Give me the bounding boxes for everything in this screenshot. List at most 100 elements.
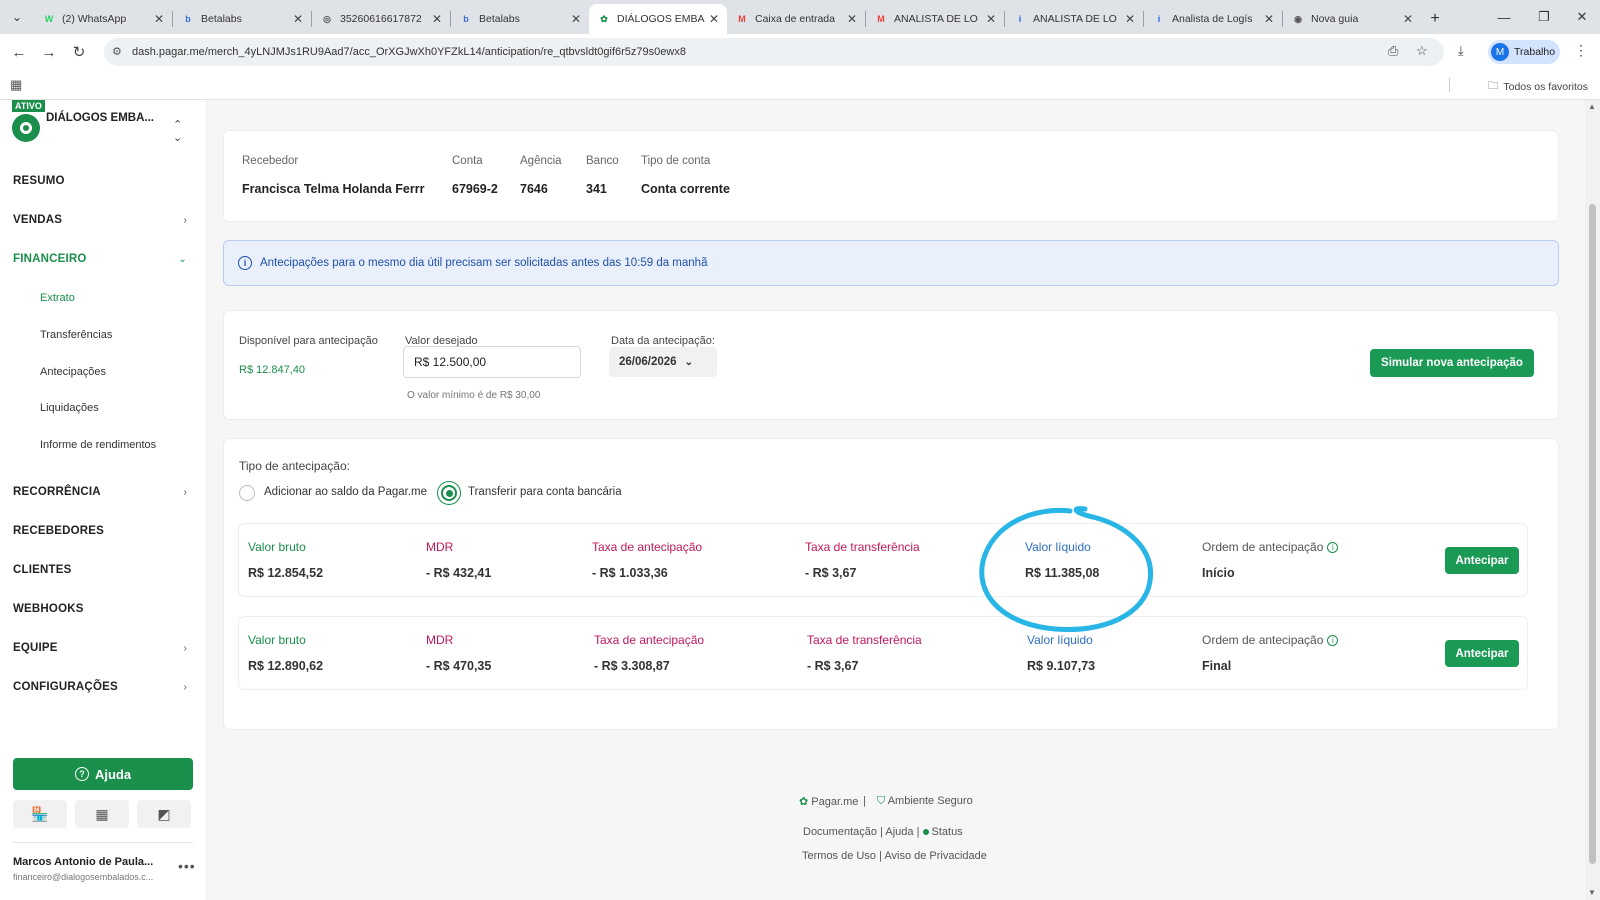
reload-icon[interactable]: ↻ — [64, 37, 94, 67]
browser-menu-icon[interactable]: ⋮ — [1574, 42, 1588, 59]
desired-value-input[interactable] — [403, 346, 581, 378]
info-icon[interactable]: i — [1327, 542, 1339, 554]
address-bar[interactable]: ⚙ dash.pagar.me/merch_4yLNJMJs1RU9Aad7/a… — [104, 38, 1444, 66]
tab-title: Caixa de entrada — [755, 13, 835, 25]
footer-link-status[interactable]: Status — [922, 826, 963, 838]
min-value-hint: O valor mínimo é de R$ 30,00 — [407, 390, 541, 401]
browser-tab[interactable]: ◎ 35260616617872 ✕ — [312, 4, 450, 34]
profile-button[interactable]: M Trabalho — [1488, 40, 1560, 64]
sidebar-subitem[interactable]: Extrato — [40, 292, 75, 304]
store-icon[interactable]: 🏪 — [13, 800, 67, 828]
browser-tab[interactable]: ✿ DIÁLOGOS EMBA ✕ — [589, 4, 727, 34]
scroll-down-icon[interactable]: ▼ — [1588, 888, 1596, 897]
browser-tab[interactable]: W (2) WhatsApp ✕ — [34, 4, 172, 34]
scroll-up-icon[interactable]: ▲ — [1588, 102, 1596, 111]
simulate-button[interactable]: Simular nova antecipação — [1370, 349, 1534, 377]
back-icon[interactable]: ← — [4, 37, 34, 67]
install-app-icon[interactable]: ⎙ — [1388, 43, 1398, 59]
radio-balance[interactable] — [239, 485, 255, 501]
tab-close-icon[interactable]: ✕ — [293, 12, 303, 26]
help-button[interactable]: ? Ajuda — [13, 758, 193, 790]
recipient-name: Francisca Telma Holanda Ferrr — [242, 182, 425, 196]
bookmarks-divider — [1449, 78, 1450, 92]
pagarme-logo-icon: ✿ — [799, 796, 809, 808]
tab-close-icon[interactable]: ✕ — [847, 12, 857, 26]
sidebar-item-label: CLIENTES — [13, 564, 72, 576]
sidebar-subitem[interactable]: Transferências — [40, 329, 112, 341]
apps-icon[interactable]: ▦ — [75, 800, 129, 828]
org-switch-icon[interactable]: ⌃ ⌄ — [173, 118, 182, 144]
sidebar-item-configurações[interactable]: CONFIGURAÇÕES › — [13, 681, 193, 693]
forward-icon[interactable]: → — [34, 37, 64, 67]
browser-tab[interactable]: M ANALISTA DE LO ✕ — [866, 4, 1004, 34]
browser-tab[interactable]: b Betalabs ✕ — [451, 4, 589, 34]
sidebar-item-recebedores[interactable]: RECEBEDORES — [13, 525, 193, 537]
account-number: 67969-2 — [452, 182, 498, 196]
date-select[interactable]: 26/06/2026 ⌄ — [609, 347, 717, 377]
tab-close-icon[interactable]: ✕ — [1264, 12, 1274, 26]
anticipate-button[interactable]: Antecipar — [1445, 640, 1519, 667]
radio-balance-label[interactable]: Adicionar ao saldo da Pagar.me — [264, 486, 427, 498]
browser-tab[interactable]: i ANALISTA DE LO ✕ — [1005, 4, 1143, 34]
anticipate-button[interactable]: Antecipar — [1445, 547, 1519, 574]
restore-icon[interactable]: ❐ — [1524, 0, 1564, 34]
help-icon: ? — [74, 767, 89, 781]
column-header: Taxa de antecipação — [594, 633, 704, 647]
radio-transfer-label[interactable]: Transferir para conta bancária — [468, 486, 622, 498]
footer-link-docs[interactable]: Documentação — [803, 826, 877, 838]
download-icon[interactable]: ⤓ — [1458, 43, 1464, 59]
status-dot-icon — [922, 829, 929, 836]
org-name[interactable]: DIÁLOGOS EMBA... — [46, 112, 154, 124]
sidebar-item-equipe[interactable]: EQUIPE › — [13, 642, 193, 654]
tab-close-icon[interactable]: ✕ — [986, 12, 996, 26]
tab-close-icon[interactable]: ✕ — [1403, 12, 1413, 26]
indeed-icon: i — [1018, 14, 1022, 24]
column-header: MDR — [426, 540, 453, 554]
site-info-icon[interactable]: ⚙ — [112, 45, 122, 58]
browser-tab[interactable]: i Analista de Logís ✕ — [1144, 4, 1282, 34]
sidebar-item-resumo[interactable]: RESUMO — [13, 175, 193, 187]
bank-header: Banco — [586, 155, 619, 167]
sidebar-subitem[interactable]: Informe de rendimentos — [40, 439, 156, 451]
footer-link-privacy[interactable]: Aviso de Privacidade — [884, 850, 987, 862]
row-value-ordem: Final — [1202, 659, 1232, 673]
tab-close-icon[interactable]: ✕ — [571, 12, 581, 26]
bookmark-star-icon[interactable]: ☆ — [1416, 43, 1428, 59]
column-header-label: Valor bruto — [248, 540, 306, 554]
sidebar-item-webhooks[interactable]: WEBHOOKS — [13, 603, 193, 615]
new-tab-button[interactable]: + — [1421, 4, 1449, 34]
all-bookmarks-button[interactable]: 🗀 Todos os favoritos — [1488, 78, 1588, 96]
info-icon: i — [238, 256, 252, 270]
sidebar-item-vendas[interactable]: VENDAS › — [13, 214, 193, 226]
column-header: Ordem de antecipação i — [1202, 633, 1339, 647]
apps-grid-icon[interactable]: ▦ — [10, 77, 22, 93]
tab-close-icon[interactable]: ✕ — [1125, 12, 1135, 26]
browser-tab[interactable]: M Caixa de entrada ✕ — [727, 4, 865, 34]
account-type: Conta corrente — [641, 182, 730, 196]
column-header-label: Taxa de antecipação — [592, 540, 703, 554]
sidebar-subitem[interactable]: Antecipações — [40, 366, 106, 378]
page-scrollbar[interactable]: ▲ ▼ — [1585, 100, 1600, 900]
pagarme-icon: ✿ — [600, 13, 608, 24]
tab-search-icon[interactable]: ⌄ — [0, 0, 34, 34]
sidebar-subitem[interactable]: Liquidações — [40, 402, 99, 414]
chevron-icon: › — [183, 642, 187, 654]
sidebar-item-clientes[interactable]: CLIENTES — [13, 564, 193, 576]
footer-link-terms[interactable]: Termos de Uso — [802, 850, 876, 862]
tab-close-icon[interactable]: ✕ — [709, 12, 719, 26]
scrollbar-thumb[interactable] — [1589, 204, 1596, 864]
chart-icon[interactable]: ◩ — [137, 800, 191, 828]
sidebar-item-financeiro[interactable]: FINANCEIRO ⌄ — [13, 253, 193, 265]
browser-tab[interactable]: ◉ Nova guia ✕ — [1283, 4, 1421, 34]
minimize-icon[interactable]: — — [1484, 0, 1524, 34]
sidebar-item-recorrência[interactable]: RECORRÊNCIA › — [13, 486, 193, 498]
tab-close-icon[interactable]: ✕ — [154, 12, 164, 26]
row-value-liquido: R$ 11.385,08 — [1025, 566, 1100, 580]
user-more-icon[interactable]: ••• — [178, 858, 196, 874]
browser-tab[interactable]: b Betalabs ✕ — [173, 4, 311, 34]
info-icon[interactable]: i — [1327, 635, 1339, 647]
tab-close-icon[interactable]: ✕ — [432, 12, 442, 26]
close-window-icon[interactable]: ✕ — [1562, 0, 1600, 34]
footer-brand: ✿ Pagar.me — [799, 796, 859, 808]
footer-link-help[interactable]: Ajuda — [885, 826, 913, 838]
